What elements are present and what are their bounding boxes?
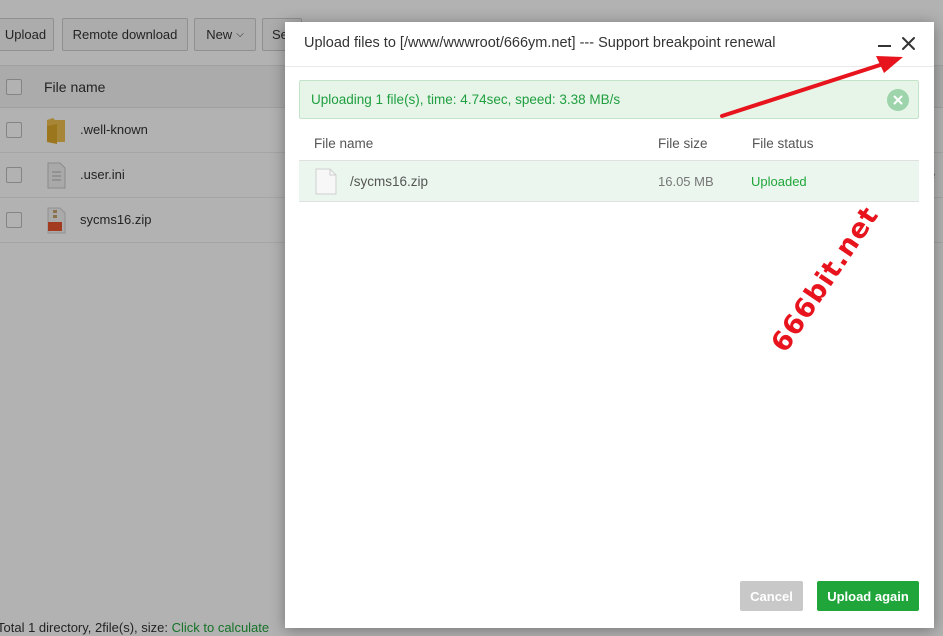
cancel-button[interactable]: Cancel — [740, 581, 803, 611]
column-header-status: File status — [752, 136, 814, 151]
minimize-icon[interactable] — [877, 34, 893, 54]
dialog-title: Upload files to [/www/wwwroot/666ym.net]… — [304, 35, 776, 51]
upload-file-name: /sycms16.zip — [350, 174, 429, 189]
watermark-text: 666bit.net — [765, 200, 886, 359]
column-header-size: File size — [658, 136, 708, 151]
upload-file-size: 16.05 MB — [658, 174, 714, 189]
upload-file-status: Uploaded — [751, 174, 807, 189]
upload-row: /sycms16.zip 16.05 MB Uploaded — [299, 160, 919, 202]
column-header-name: File name — [314, 136, 374, 151]
file-icon — [315, 168, 337, 195]
upload-progress-text: Uploading 1 file(s), time: 4.74sec, spee… — [311, 92, 621, 107]
upload-progress-alert: Uploading 1 file(s), time: 4.74sec, spee… — [299, 80, 919, 119]
upload-again-button[interactable]: Upload again — [817, 581, 919, 611]
dialog-divider — [285, 66, 934, 67]
upload-dialog: Upload files to [/www/wwwroot/666ym.net]… — [285, 22, 934, 628]
close-icon[interactable] — [899, 34, 919, 54]
alert-close-icon[interactable] — [887, 89, 909, 111]
